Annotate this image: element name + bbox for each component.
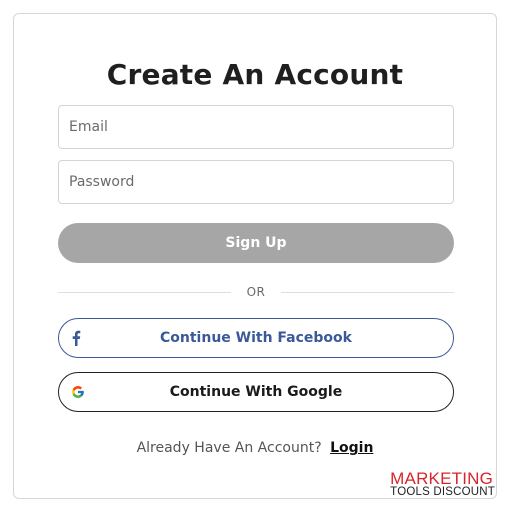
already-have-account-text: Already Have An Account? bbox=[136, 440, 322, 456]
google-button[interactable]: Continue With Google bbox=[58, 372, 454, 412]
password-field[interactable] bbox=[58, 160, 454, 204]
or-divider: OR bbox=[58, 282, 455, 302]
login-prompt: Already Have An Account? Login bbox=[14, 440, 496, 456]
signup-button[interactable]: Sign Up bbox=[58, 223, 454, 263]
divider-line-right bbox=[281, 291, 455, 293]
facebook-button[interactable]: Continue With Facebook bbox=[58, 318, 454, 358]
google-button-label: Continue With Google bbox=[169, 384, 343, 400]
watermark-line-1: MARKETING bbox=[390, 468, 494, 488]
page-title: Create An Account bbox=[106, 58, 404, 91]
google-icon bbox=[71, 385, 85, 399]
watermark-line-2: TOOLS DISCOUNT bbox=[390, 485, 495, 498]
signup-card: Create An Account Sign Up OR Continue Wi… bbox=[13, 13, 497, 499]
email-field[interactable] bbox=[58, 105, 454, 149]
facebook-icon bbox=[71, 330, 81, 346]
login-link[interactable]: Login bbox=[330, 440, 373, 456]
or-label: OR bbox=[246, 285, 266, 299]
divider-line-left bbox=[58, 291, 231, 293]
facebook-button-label: Continue With Facebook bbox=[160, 330, 352, 346]
watermark-logo: MARKETING TOOLS DISCOUNT bbox=[390, 470, 495, 499]
